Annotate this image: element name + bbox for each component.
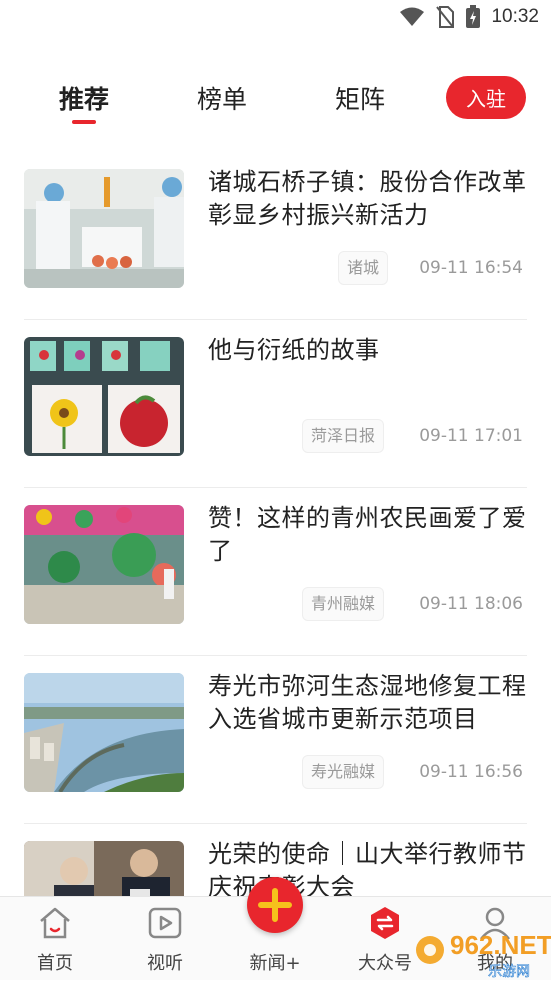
nav-home[interactable]: 首页 — [10, 897, 100, 980]
home-icon — [40, 907, 70, 939]
watermark-logo: 962.NET 乐游网 — [416, 930, 551, 979]
news-source: 诸城 — [338, 251, 389, 285]
news-time: 09-11 16:56 — [419, 762, 523, 782]
join-button[interactable]: 入驻 — [446, 76, 526, 119]
news-item[interactable]: 赞！这样的青州农民画爱了爱了 青州融媒 09-11 18:06 — [0, 488, 551, 656]
watermark-sub: 乐游网 — [488, 964, 530, 979]
news-thumbnail — [24, 673, 184, 792]
news-item[interactable]: 他与衍纸的故事 菏泽日报 09-11 17:01 — [0, 320, 551, 488]
tab-recommend[interactable]: 推荐 — [59, 80, 109, 116]
watermark-brand: 962.NET — [450, 930, 551, 960]
nav-video[interactable]: 视听 — [120, 897, 210, 980]
news-list: 诸城石桥子镇：股份合作改革彰显乡村振兴新活力 诸城 09-11 16:54 他与… — [0, 152, 551, 992]
news-item[interactable]: 诸城石桥子镇：股份合作改革彰显乡村振兴新活力 诸城 09-11 16:54 — [0, 152, 551, 320]
status-time: 10:32 — [491, 6, 539, 27]
news-title: 诸城石桥子镇：股份合作改革彰显乡村振兴新活力 — [208, 168, 527, 229]
video-icon — [148, 907, 182, 939]
news-source: 青州融媒 — [302, 587, 385, 621]
news-source: 寿光融媒 — [302, 755, 385, 789]
nav-label: 首页 — [37, 953, 73, 974]
news-time: 09-11 16:54 — [419, 258, 523, 278]
news-title: 他与衍纸的故事 — [208, 336, 380, 364]
top-tabs: 推荐 榜单 矩阵 入驻 — [0, 70, 551, 130]
news-thumbnail — [24, 169, 184, 288]
battery-icon — [466, 5, 481, 28]
subscription-icon — [371, 907, 399, 939]
news-thumbnail — [24, 505, 184, 624]
tab-ranking[interactable]: 榜单 — [197, 80, 247, 116]
news-time: 09-11 18:06 — [419, 594, 523, 614]
news-time: 09-11 17:01 — [419, 426, 523, 446]
nav-label: 新闻+ — [249, 953, 301, 974]
wifi-icon — [400, 7, 425, 26]
news-title: 寿光市弥河生态湿地修复工程入选省城市更新示范项目 — [208, 672, 527, 733]
tab-active-indicator — [72, 120, 96, 124]
news-item[interactable]: 寿光市弥河生态湿地修复工程入选省城市更新示范项目 寿光融媒 09-11 16:5… — [0, 656, 551, 824]
news-source: 菏泽日报 — [302, 419, 385, 453]
nav-label: 视听 — [147, 953, 183, 974]
status-bar: 10:32 — [0, 0, 551, 38]
tab-matrix[interactable]: 矩阵 — [335, 80, 385, 116]
news-thumbnail — [24, 337, 184, 456]
nav-news-plus[interactable]: 新闻+ — [230, 877, 320, 980]
news-title: 赞！这样的青州农民画爱了爱了 — [208, 504, 527, 565]
plus-icon[interactable] — [247, 877, 303, 933]
no-sim-icon — [436, 6, 455, 28]
